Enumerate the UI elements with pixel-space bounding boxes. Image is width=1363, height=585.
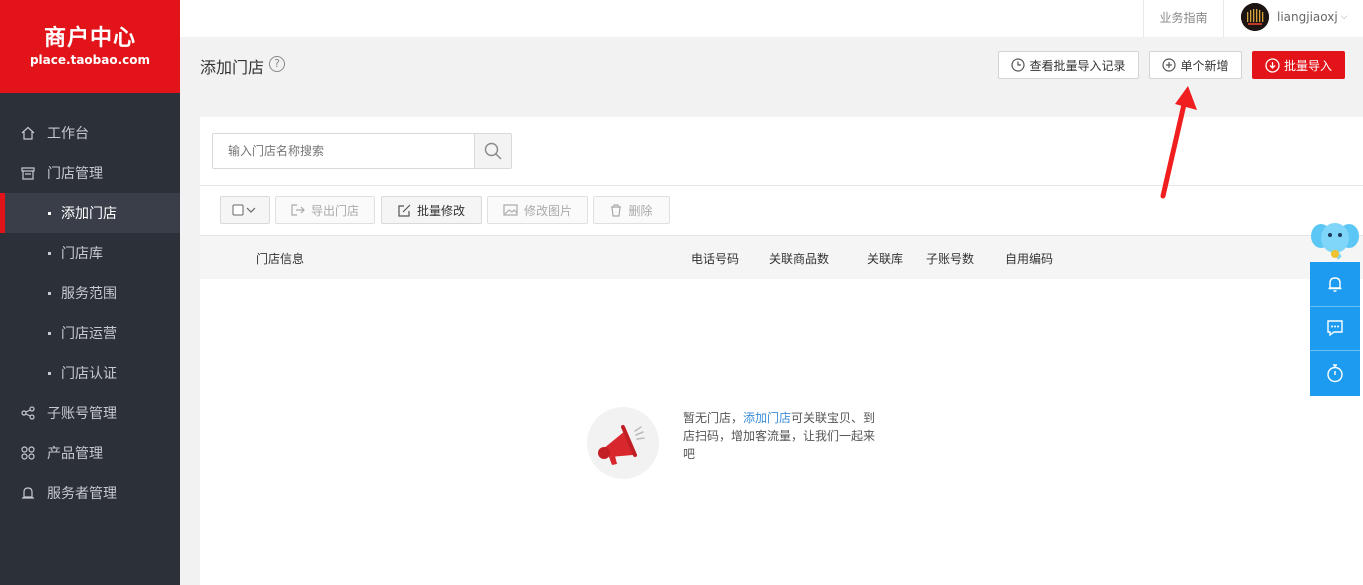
bullet-icon (48, 291, 51, 295)
logo[interactable]: 商户中心 place.taobao.com (0, 0, 180, 93)
topbar: 业务指南 liangjiaoxj ⌵ (180, 0, 1363, 37)
column-store-info: 门店信息 (256, 252, 305, 266)
sidebar-item-label: 门店库 (61, 246, 103, 262)
search-icon (484, 142, 502, 160)
button-label: 删除 (628, 203, 653, 218)
column-phone: 电话号码 (691, 252, 740, 266)
bullet-icon (48, 331, 51, 335)
sidebar-item-label: 产品管理 (47, 446, 103, 462)
share-icon (21, 406, 35, 420)
batch-edit-button[interactable]: 批量修改 (381, 196, 482, 224)
button-label: 单个新增 (1180, 58, 1229, 73)
avatar-image-icon (1241, 3, 1269, 31)
float-toolbar (1310, 262, 1360, 396)
sidebar-item-store-management[interactable]: 门店管理 (0, 153, 180, 193)
add-store-link[interactable]: 添加门店 (743, 411, 791, 425)
trash-icon (611, 203, 622, 217)
red-arrow-annotation (1160, 86, 1197, 199)
column-linked-products: 关联商品数 (769, 252, 830, 266)
sidebar-item-workbench[interactable]: 工作台 (0, 113, 180, 153)
sidebar-item-store-operation[interactable]: 门店运营 (0, 313, 180, 353)
plus-circle-icon (1162, 58, 1177, 72)
float-timer-button[interactable] (1310, 351, 1360, 396)
bullet-icon (48, 371, 51, 375)
sidebar-item-label: 添加门店 (61, 206, 117, 222)
bell-icon (22, 487, 34, 499)
bullet-icon (48, 211, 51, 215)
page-title: 添加门店 (200, 58, 265, 77)
grid-icon (21, 446, 35, 460)
checkbox-chevron-icon (232, 204, 256, 216)
sidebar-item-store-library[interactable]: 门店库 (0, 233, 180, 273)
sidebar-item-sub-accounts[interactable]: 子账号管理 (0, 393, 180, 433)
stopwatch-icon (1327, 364, 1343, 383)
batch-import-button[interactable]: 批量导入 (1252, 51, 1345, 79)
help-icon[interactable]: ? (269, 56, 285, 72)
export-stores-button[interactable]: 导出门店 (275, 196, 375, 224)
edit-image-button[interactable]: 修改图片 (487, 196, 588, 224)
sidebar-item-product-management[interactable]: 产品管理 (0, 433, 180, 473)
bullet-icon (48, 251, 51, 255)
float-notification-button[interactable] (1310, 262, 1360, 307)
export-icon (291, 204, 305, 216)
sidebar-item-label: 服务范围 (61, 286, 117, 302)
float-message-button[interactable] (1310, 307, 1360, 352)
logo-title: 商户中心 (43, 26, 136, 51)
column-custom-code: 自用编码 (1005, 252, 1054, 266)
sidebar-item-label: 门店管理 (47, 166, 103, 182)
button-label: 批量修改 (416, 203, 465, 218)
empty-prefix: 暂无门店， (683, 411, 744, 425)
select-all-dropdown[interactable] (220, 196, 270, 224)
download-circle-icon (1265, 57, 1280, 73)
sidebar-item-label: 工作台 (47, 126, 89, 142)
sidebar-item-label: 服务者管理 (47, 486, 117, 502)
sidebar-item-label: 门店认证 (61, 366, 117, 382)
mascot-elephant[interactable] (1310, 218, 1360, 262)
sidebar-item-label: 子账号管理 (47, 406, 117, 422)
chat-icon (1327, 320, 1343, 337)
sidebar-item-label: 门店运营 (61, 326, 117, 342)
search-button[interactable] (474, 134, 511, 168)
sidebar-item-add-store[interactable]: 添加门店 (0, 193, 180, 233)
avatar (1241, 3, 1269, 31)
store-icon (21, 167, 35, 180)
column-sub-accounts: 子账号数 (926, 252, 975, 266)
search-box (212, 133, 512, 169)
business-guide-link[interactable]: 业务指南 (1143, 0, 1224, 37)
view-import-records-button[interactable]: 查看批量导入记录 (998, 51, 1139, 79)
edit-icon (398, 204, 411, 217)
sidebar-nav: 工作台 门店管理 添加门店 门店库 服务范围 门店运营 门店认证 子账号管理 产… (0, 113, 180, 513)
sidebar-item-store-certification[interactable]: 门店认证 (0, 353, 180, 393)
chevron-down-icon: ⌵ (1340, 12, 1348, 22)
elephant-mascot-icon (1311, 223, 1359, 260)
delete-button[interactable]: 删除 (593, 196, 670, 224)
empty-state-text: 暂无门店，添加门店可关联宝贝、到店扫码，增加客流量，让我们一起来吧 (683, 409, 883, 463)
bell-icon (1328, 277, 1342, 292)
button-label: 查看批量导入记录 (1029, 58, 1126, 73)
sidebar-item-servicer-management[interactable]: 服务者管理 (0, 473, 180, 513)
user-menu[interactable]: liangjiaoxj ⌵ (1241, 3, 1348, 31)
button-label: 批量导入 (1283, 58, 1332, 73)
sidebar: 商户中心 place.taobao.com 工作台 门店管理 添加门店 门店库 … (0, 0, 180, 585)
home-icon (21, 126, 35, 140)
megaphone-icon (598, 425, 645, 465)
logo-subtitle: place.taobao.com (29, 53, 151, 67)
empty-state-illustration (587, 407, 659, 479)
clock-icon (1011, 58, 1026, 72)
search-input[interactable] (213, 134, 474, 168)
table-header: 门店信息 电话号码 关联商品数 关联库 子账号数 自用编码 (200, 235, 1363, 279)
button-label: 修改图片 (523, 203, 572, 218)
add-single-button[interactable]: 单个新增 (1149, 51, 1242, 79)
image-icon (503, 204, 518, 216)
column-linked-library: 关联库 (867, 252, 904, 266)
username: liangjiaoxj (1277, 10, 1338, 24)
sidebar-item-service-area[interactable]: 服务范围 (0, 273, 180, 313)
button-label: 导出门店 (310, 203, 359, 218)
